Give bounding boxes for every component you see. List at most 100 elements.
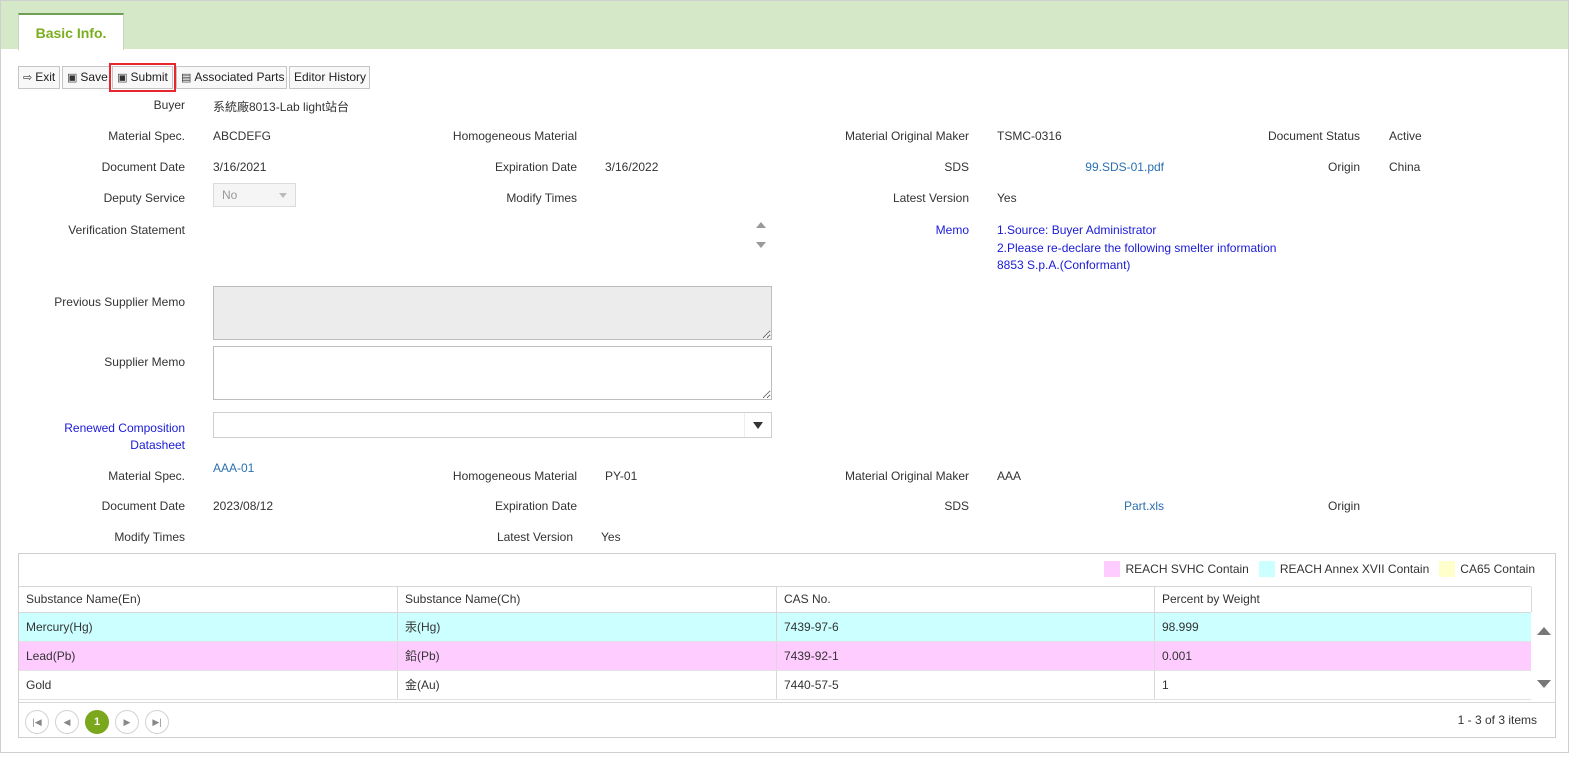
pager-info: 1 - 3 of 3 items	[1457, 713, 1537, 727]
renewed-modify-times-label: Modify Times	[114, 530, 185, 544]
renewed-expiration-date-label: Expiration Date	[494, 499, 577, 513]
last-page-icon[interactable]: ▶|	[145, 710, 169, 734]
renewed-document-date-label: Document Date	[101, 499, 185, 513]
renewed-origin-label: Origin	[1327, 499, 1360, 513]
page-number-button[interactable]: 1	[85, 710, 109, 734]
sds-file-link[interactable]: 99.SDS-01.pdf	[1085, 160, 1164, 174]
expiration-date-value: 3/16/2022	[605, 160, 659, 174]
deputy-service-dropdown[interactable]: No	[213, 183, 296, 207]
substance-en: Mercury(Hg)	[19, 613, 398, 641]
memo-line: 1.Source: Buyer Administrator	[997, 223, 1157, 237]
renewed-document-date-value: 2023/08/12	[213, 499, 274, 513]
latest-version-label: Latest Version	[892, 191, 969, 205]
scroll-down-icon[interactable]	[1537, 680, 1551, 688]
previous-page-icon[interactable]: ◀	[55, 710, 79, 734]
material-original-maker-value: TSMC-0316	[997, 129, 1062, 143]
submit-icon: ▣	[117, 72, 128, 84]
renewed-composition-select[interactable]	[213, 412, 772, 438]
tab-bar: Basic Info.	[1, 1, 1568, 50]
editor-history-button[interactable]: Editor History	[289, 66, 370, 89]
renewed-sds-file-link[interactable]: Part.xls	[1124, 499, 1164, 513]
previous-supplier-memo-textarea	[213, 286, 772, 340]
legend-swatch-annex	[1258, 561, 1275, 577]
supplier-memo-textarea[interactable]	[213, 346, 772, 400]
submit-button[interactable]: ▣ Submit	[109, 63, 176, 92]
exit-icon: ⇨	[23, 72, 33, 84]
renewed-material-original-maker-label: Material Original Maker	[844, 469, 969, 483]
column-header[interactable]: CAS No.	[777, 587, 1155, 612]
substance-ch: 汞(Hg)	[398, 613, 777, 641]
deputy-service-label: Deputy Service	[103, 191, 185, 205]
legend-label: REACH SVHC Contain	[1125, 562, 1249, 576]
modify-times-label: Modify Times	[506, 191, 577, 205]
pager: |◀ ◀ 1 ▶ ▶| 1 - 3 of 3 items	[19, 702, 1555, 737]
percent-by-weight: 1	[1162, 678, 1169, 692]
legend-label: REACH Annex XVII Contain	[1279, 562, 1430, 576]
column-header[interactable]: Substance Name(Ch)	[398, 587, 777, 612]
document-icon: ▤	[181, 72, 192, 84]
document-date-value: 3/16/2021	[213, 160, 267, 174]
memo-line: 8853 S.p.A.(Conformant)	[997, 258, 1131, 272]
memo-label: Memo	[935, 223, 969, 237]
document-status-label: Document Status	[1267, 129, 1360, 143]
homogeneous-material-label: Homogeneous Material	[452, 129, 577, 143]
table-row[interactable]: Gold 金(Au) 7440-57-5 1	[19, 671, 1531, 700]
renewed-material-spec-link[interactable]: AAA-01	[213, 461, 254, 475]
sds-label: SDS	[944, 160, 969, 174]
legend-swatch-ca65	[1439, 561, 1456, 577]
exit-button[interactable]: ⇨ Exit	[18, 66, 60, 89]
page-frame: Basic Info. ⇨ Exit ▣ Save ▣ Submit ▤ Associa…	[0, 0, 1569, 753]
save-button[interactable]: ▣ Save	[62, 66, 110, 89]
percent-by-weight: 0.001	[1162, 649, 1193, 663]
chevron-down-icon	[279, 193, 287, 198]
substance-en: Gold	[19, 671, 398, 699]
renewed-latest-version-value: Yes	[601, 530, 621, 544]
substance-ch: 鉛(Pb)	[398, 642, 777, 670]
latest-version-value: Yes	[997, 191, 1017, 205]
legend: REACH SVHC Contain REACH Annex XVII Cont…	[1094, 560, 1535, 578]
grid-scrollbar[interactable]	[1533, 614, 1555, 702]
cas-no: 7439-97-6	[777, 613, 1155, 641]
next-page-icon[interactable]: ▶	[115, 710, 139, 734]
document-status-value: Active	[1389, 129, 1422, 143]
column-header[interactable]: Substance Name(En)	[19, 587, 398, 612]
buyer-value: 系統廠8013-Lab light站台	[213, 100, 350, 114]
renewed-material-original-maker-value: AAA	[997, 469, 1022, 483]
substance-en: Lead(Pb)	[19, 642, 398, 670]
supplier-memo-label: Supplier Memo	[104, 355, 185, 369]
arrow-up-icon[interactable]	[756, 222, 766, 228]
percent-by-weight: 98.999	[1162, 620, 1199, 634]
associated-parts-button[interactable]: ▤ Associated Parts	[176, 66, 287, 89]
table-row[interactable]: Lead(Pb) 鉛(Pb) 7439-92-1 0.001	[19, 642, 1531, 671]
grid-header: Substance Name(En) Substance Name(Ch) CA…	[19, 586, 1532, 613]
memo-line: 2.Please re-declare the following smelte…	[997, 241, 1277, 255]
substance-ch: 金(Au)	[398, 671, 777, 699]
legend-swatch-svhc	[1104, 561, 1121, 577]
chevron-down-icon[interactable]	[753, 422, 763, 429]
renewed-sds-label: SDS	[944, 499, 969, 513]
expiration-date-label: Expiration Date	[494, 160, 577, 174]
tab-basic-info[interactable]: Basic Info.	[18, 13, 124, 50]
arrow-down-icon[interactable]	[756, 242, 766, 248]
column-header[interactable]: Percent by Weight	[1155, 587, 1532, 612]
material-spec-value: ABCDEFG	[213, 129, 272, 143]
renewed-homogeneous-material-value: PY-01	[605, 469, 638, 483]
document-date-label: Document Date	[101, 160, 185, 174]
cas-no: 7439-92-1	[777, 642, 1155, 670]
buyer-label: Buyer	[153, 98, 185, 112]
verification-statement-label: Verification Statement	[68, 223, 185, 237]
origin-label: Origin	[1327, 160, 1360, 174]
renewed-composition-label: Renewed Composition Datasheet	[64, 421, 185, 452]
material-spec-label: Material Spec.	[108, 129, 185, 143]
origin-value: China	[1389, 160, 1421, 174]
verification-scroll[interactable]	[756, 222, 768, 250]
scroll-up-icon[interactable]	[1537, 627, 1551, 635]
renewed-latest-version-label: Latest Version	[496, 530, 573, 544]
first-page-icon[interactable]: |◀	[25, 710, 49, 734]
previous-supplier-memo-label: Previous Supplier Memo	[54, 295, 185, 309]
legend-label: CA65 Contain	[1460, 562, 1535, 576]
table-row[interactable]: Mercury(Hg) 汞(Hg) 7439-97-6 98.999	[19, 613, 1531, 642]
renewed-homogeneous-material-label: Homogeneous Material	[452, 469, 577, 483]
substance-grid: REACH SVHC Contain REACH Annex XVII Cont…	[18, 553, 1556, 738]
renewed-material-spec-label: Material Spec.	[108, 469, 185, 483]
